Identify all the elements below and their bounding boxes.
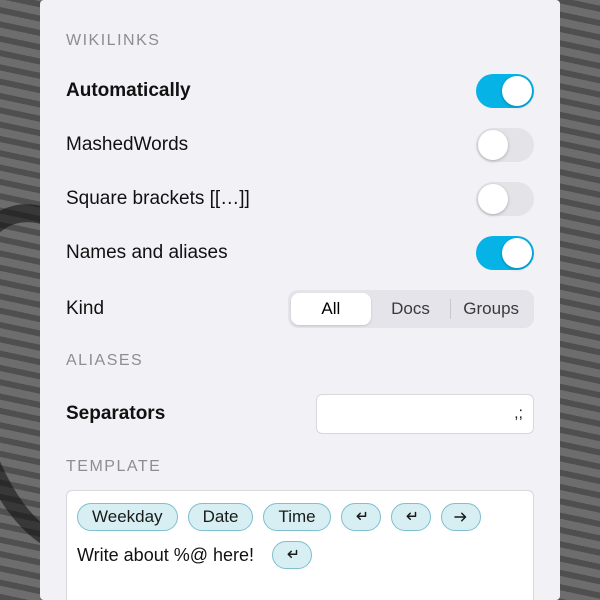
toggle-knob: [502, 76, 532, 106]
toggle-mashedwords[interactable]: [476, 128, 534, 162]
row-separators: Separators ,;: [66, 384, 534, 444]
template-text: Write about %@ here!: [77, 545, 254, 566]
template-line-2: Write about %@ here!: [77, 541, 523, 569]
input-separators[interactable]: ,;: [316, 394, 534, 434]
seg-option-all[interactable]: All: [291, 293, 371, 325]
row-mashedwords: MashedWords: [66, 118, 534, 172]
section-header-aliases: ALIASES: [66, 352, 534, 370]
input-separators-value: ,;: [514, 405, 523, 423]
label-mashedwords: MashedWords: [66, 134, 188, 156]
section-header-wikilinks: WIKILINKS: [66, 32, 534, 50]
label-brackets: Square brackets [[…]]: [66, 188, 250, 210]
row-kind: Kind All Docs Groups: [66, 280, 534, 338]
token-arrow-right[interactable]: [441, 503, 481, 531]
toggle-knob: [478, 130, 508, 160]
return-icon: [402, 508, 420, 526]
row-names-aliases: Names and aliases: [66, 226, 534, 280]
settings-panel: WIKILINKS Automatically MashedWords Squa…: [40, 0, 560, 600]
template-editor[interactable]: Weekday Date Time Write about %@ here!: [66, 490, 534, 600]
label-kind: Kind: [66, 298, 104, 320]
segmented-kind[interactable]: All Docs Groups: [288, 290, 534, 328]
label-names-aliases: Names and aliases: [66, 242, 228, 264]
toggle-names-aliases[interactable]: [476, 236, 534, 270]
toggle-automatically[interactable]: [476, 74, 534, 108]
label-separators: Separators: [66, 403, 165, 425]
row-automatically: Automatically: [66, 64, 534, 118]
return-icon: [283, 546, 301, 564]
label-automatically: Automatically: [66, 80, 191, 102]
token-weekday[interactable]: Weekday: [77, 503, 178, 531]
row-brackets: Square brackets [[…]]: [66, 172, 534, 226]
token-return[interactable]: [341, 503, 381, 531]
token-time[interactable]: Time: [263, 503, 330, 531]
seg-option-groups[interactable]: Groups: [451, 293, 531, 325]
section-header-template: TEMPLATE: [66, 458, 534, 476]
arrow-right-icon: [452, 508, 470, 526]
return-icon: [352, 508, 370, 526]
token-date[interactable]: Date: [188, 503, 254, 531]
toggle-knob: [502, 238, 532, 268]
seg-option-docs[interactable]: Docs: [371, 293, 451, 325]
template-line-1: Weekday Date Time: [77, 503, 523, 531]
toggle-brackets[interactable]: [476, 182, 534, 216]
toggle-knob: [478, 184, 508, 214]
token-return[interactable]: [272, 541, 312, 569]
token-return[interactable]: [391, 503, 431, 531]
